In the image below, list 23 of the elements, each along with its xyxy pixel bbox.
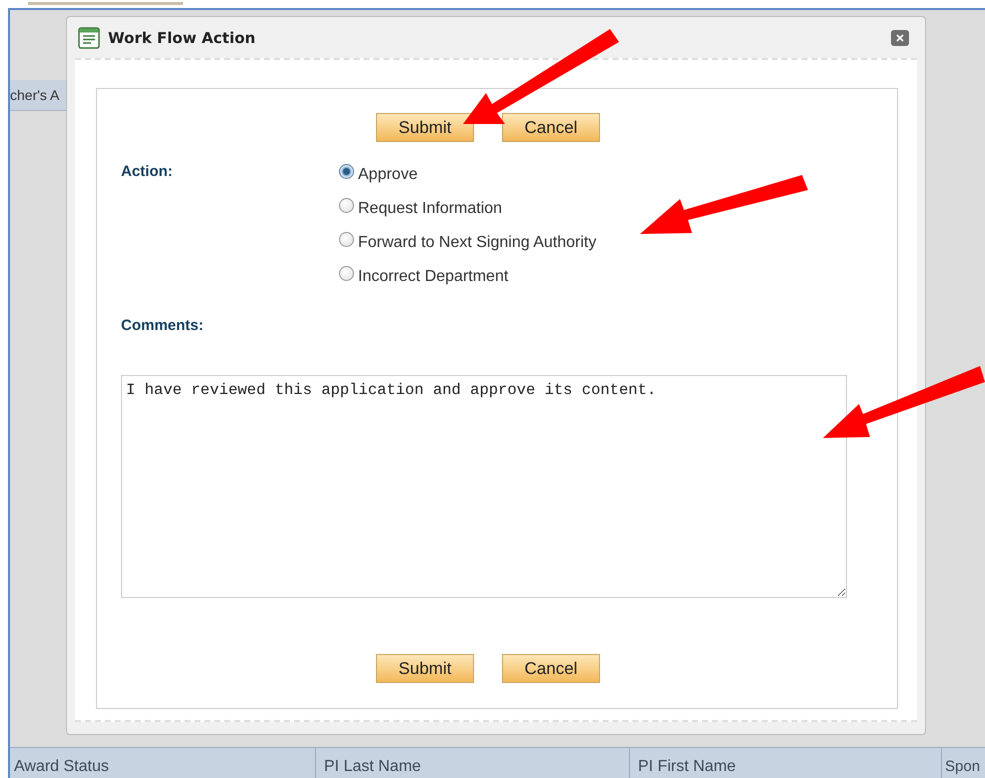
- column-header: Award Status: [10, 748, 316, 778]
- option-label[interactable]: Request Information: [358, 200, 502, 218]
- document-icon: [78, 26, 100, 48]
- background-tab[interactable]: cher's A: [10, 80, 68, 111]
- close-icon[interactable]: [891, 30, 909, 46]
- radio-button[interactable]: [339, 266, 354, 281]
- dialog-title: Work Flow Action: [108, 28, 256, 46]
- submit-button[interactable]: Submit: [376, 654, 474, 683]
- action-label: Action:: [121, 163, 174, 182]
- column-header: PI First Name: [630, 748, 942, 778]
- option-label[interactable]: Incorrect Department: [358, 268, 508, 286]
- comments-label: Comments:: [121, 317, 205, 334]
- comments-field[interactable]: I have reviewed this application and approve its content.: [121, 375, 847, 598]
- option-label[interactable]: Forward to Next Signing Authority: [358, 234, 596, 252]
- option-label[interactable]: Approve: [358, 166, 418, 184]
- radio-button[interactable]: [339, 164, 354, 179]
- column-header: Spon: [944, 757, 982, 777]
- submit-button[interactable]: Submit: [376, 113, 474, 142]
- cancel-button[interactable]: Cancel: [502, 113, 600, 142]
- cancel-button[interactable]: Cancel: [502, 654, 600, 683]
- radio-button[interactable]: [339, 198, 354, 213]
- radio-button[interactable]: [339, 232, 354, 247]
- column-header: PI Last Name: [316, 748, 630, 778]
